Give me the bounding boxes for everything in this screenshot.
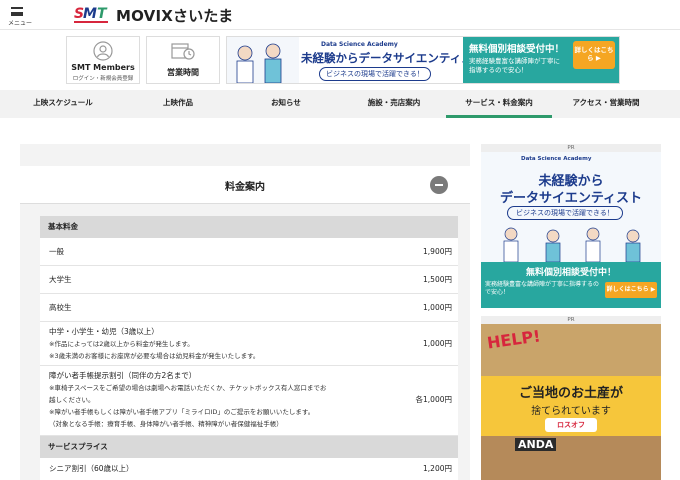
fee-row: 一般 1,900円	[40, 238, 458, 266]
business-hours-link[interactable]: 営業時間	[146, 36, 220, 84]
side-ad-souvenir[interactable]: PR HELP! ご当地のお土産が 捨てられています ロスオフ ANDA	[481, 316, 661, 480]
hamburger-icon	[11, 7, 23, 16]
nav-access-hours[interactable]: アクセス・営業時間	[552, 90, 660, 118]
menu-label: メニュー	[8, 20, 33, 27]
user-icon	[93, 41, 113, 61]
fee-row: 障がい者手帳提示割引（同伴の方2名まで） ※車椅子スペースをご希望の場合は劇場へ…	[40, 366, 458, 436]
smt-logo[interactable]: S M T	[72, 2, 110, 28]
fee-price: 1,500円	[423, 275, 452, 284]
smt-members-link[interactable]: SMT Members ログイン・新規会員登録	[66, 36, 140, 84]
pr-label: PR	[481, 316, 661, 324]
ad-corp-name: Data Science Academy	[321, 41, 398, 48]
spacer	[0, 118, 680, 144]
fee-price: 各1,000円	[415, 395, 452, 404]
top-banner-ad[interactable]: Data Science Academy 未経験からデータサイエンティスト ビジ…	[226, 36, 620, 84]
fee-name: シニア割引（60歳以上）	[49, 464, 134, 473]
fee-price: 1,900円	[423, 247, 452, 256]
fees-header[interactable]: 料金案内	[20, 166, 470, 204]
site-header: メニュー S M T MOVIXさいたま	[0, 0, 680, 30]
fee-name: 障がい者手帳提示割引（同伴の方2名まで）	[49, 371, 197, 380]
members-subtitle: ログイン・新規会員登録	[72, 76, 134, 82]
ad-line3: ビジネスの現場で活躍できる！	[507, 206, 623, 220]
menu-button[interactable]: メニュー	[8, 4, 33, 28]
collapse-minus-icon[interactable]	[430, 176, 448, 194]
fee-row: シニア割引（60歳以上） 1,200円	[40, 458, 458, 480]
fees-table: 基本料金 一般 1,900円 大学生 1,500円 高校生 1,000円 中学・…	[40, 216, 458, 480]
calendar-clock-icon	[171, 43, 195, 60]
ad-headline: 未経験からデータサイエンティスト	[301, 51, 485, 65]
fee-price: 1,200円	[423, 464, 452, 473]
fee-name: 一般	[49, 247, 64, 256]
nav-facilities[interactable]: 施設・売店案内	[342, 90, 446, 118]
fee-price: 1,000円	[423, 303, 452, 312]
ad-photo-bottom	[481, 436, 661, 480]
people-illustration-icon	[236, 43, 282, 83]
ad-note: 実務経験豊富な講師陣が丁寧に指導するので安心！	[485, 281, 600, 297]
site-title[interactable]: MOVIXさいたま	[116, 5, 233, 26]
service-price-header: サービスプライス	[40, 436, 458, 458]
ad-illustration	[227, 37, 299, 83]
svg-text:T: T	[97, 6, 108, 22]
fee-row: 中学・小学生・幼児（3歳以上） ※作品によっては2歳以上から料金が発生します。 …	[40, 322, 458, 366]
ad-corp-name: Data Science Academy	[521, 156, 592, 162]
fee-note: ※3歳未満のお客様にお座席が必要な場合は幼児料金が発生いたします。	[49, 352, 260, 360]
ad-note: 実務経験豊富な講師陣が丁寧に指導するので安心！	[469, 57, 560, 74]
fee-name: 大学生	[49, 275, 72, 284]
people-illustration-icon	[503, 227, 641, 262]
fee-note: （対象となる手帳：療育手帳、身体障がい者手帳、精神障がい者保健福祉手帳）	[49, 420, 283, 428]
fee-note: 越しください。	[49, 396, 95, 404]
ad-line2: 捨てられています	[531, 406, 611, 417]
svg-text:M: M	[83, 6, 97, 22]
ad-line2: データサイエンティスト	[499, 191, 643, 206]
fee-price: 1,000円	[423, 339, 452, 348]
members-title: SMT Members	[71, 63, 135, 72]
nav-news[interactable]: お知らせ	[230, 90, 342, 118]
fee-note: ※車椅子スペースをご希望の場合は劇場へお電話いただくか、チケットボックス有人窓口…	[49, 384, 327, 392]
ad-brand-logo: ロスオフ	[545, 418, 597, 432]
ad-package-label: ANDA	[515, 438, 557, 451]
ad-details-button[interactable]: 詳しくはこちら ▶	[605, 282, 657, 298]
basic-fees-header: 基本料金	[40, 216, 458, 238]
fees-panel: 料金案内 基本料金 一般 1,900円 大学生 1,500円 高校生 1,000…	[20, 144, 470, 480]
ad-free-consult: 無料個別相談受付中！	[525, 268, 616, 278]
pr-label: PR	[481, 144, 661, 152]
fee-row: 大学生 1,500円	[40, 266, 458, 294]
side-ad-data-science[interactable]: PR Data Science Academy 未経験から データサイエンティス…	[481, 144, 661, 308]
ad-line1: ご当地のお土産が	[518, 386, 623, 401]
fee-note: ※障がい者手帳もしくは障がい者手帳アプリ「ミライロID」のご提示をお願いいたしま…	[49, 408, 315, 416]
fees-title: 料金案内	[225, 182, 265, 193]
nav-service-fees[interactable]: サービス・料金案内	[446, 90, 552, 118]
ad-subline: ビジネスの現場で活躍できる！	[319, 67, 431, 81]
fee-note: ※作品によっては2歳以上から料金が発生します。	[49, 340, 194, 348]
nav-movies[interactable]: 上映作品	[126, 90, 230, 118]
hours-title: 営業時間	[167, 68, 199, 77]
fee-row: 高校生 1,000円	[40, 294, 458, 322]
ad-free-consult: 無料個別相談受付中！	[469, 44, 565, 55]
fee-name: 中学・小学生・幼児（3歳以上）	[49, 327, 159, 336]
fee-name: 高校生	[49, 303, 72, 312]
nav-schedule[interactable]: 上映スケジュール	[0, 90, 126, 118]
ad-details-button[interactable]: 詳しくはこちら ▶	[573, 41, 615, 69]
main-nav: 上映スケジュール 上映作品 お知らせ 施設・売店案内 サービス・料金案内 アクセ…	[0, 90, 680, 118]
